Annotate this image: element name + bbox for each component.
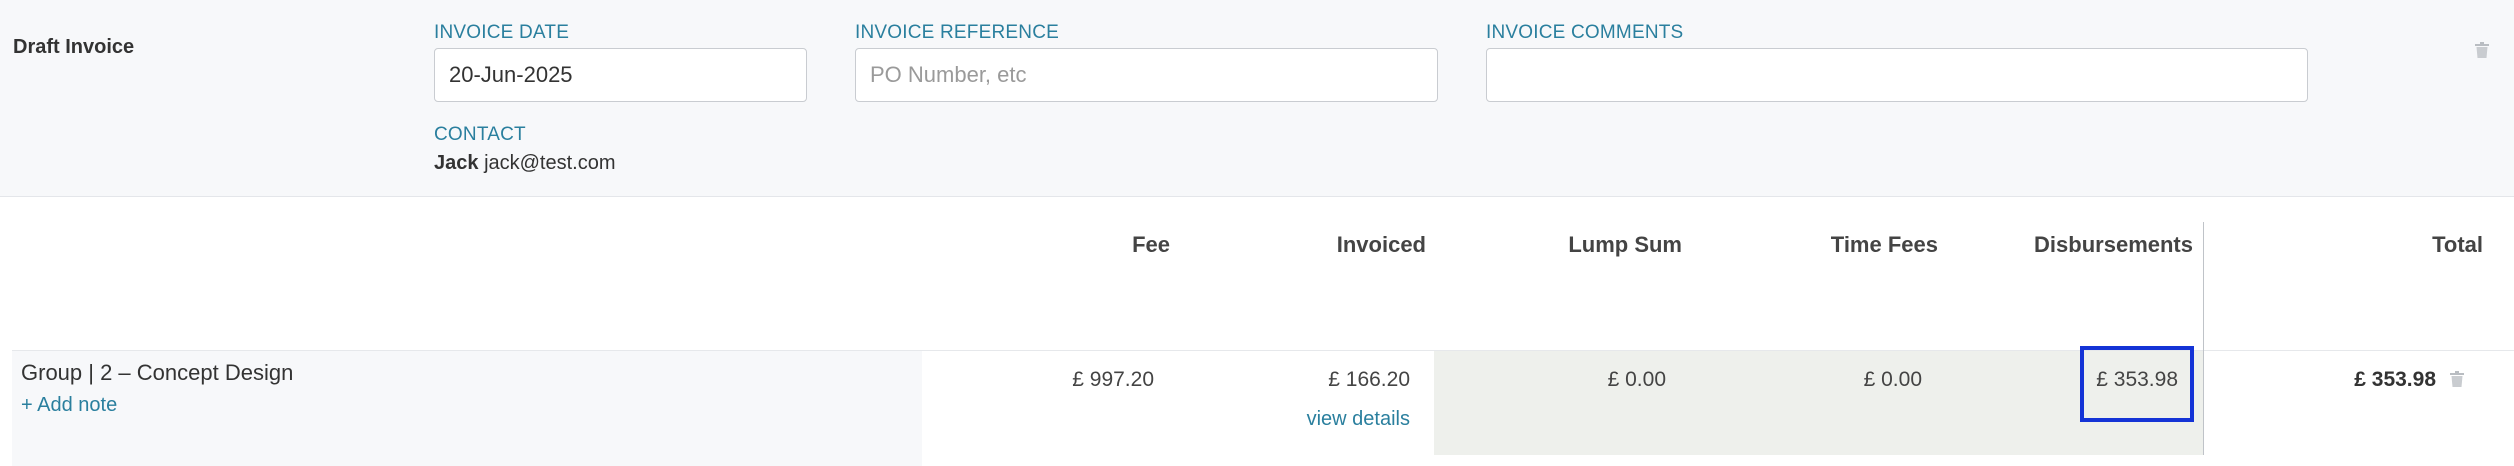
invoice-date-input[interactable] bbox=[434, 48, 807, 102]
contact-name: Jack bbox=[434, 152, 479, 174]
view-details-link[interactable]: view details bbox=[1236, 408, 1410, 431]
time-fees-value[interactable]: £ 0.00 bbox=[1748, 368, 1922, 392]
column-header-fee: Fee bbox=[1132, 232, 1170, 257]
invoice-comments-input[interactable] bbox=[1486, 48, 2308, 102]
delete-row-button[interactable] bbox=[2450, 371, 2464, 387]
invoice-date-label: INVOICE DATE bbox=[434, 22, 570, 43]
contact-email: jack@test.com bbox=[484, 152, 616, 174]
total-value: £ 353.98 bbox=[2354, 368, 2436, 391]
contact-info: Jack jack@test.com bbox=[434, 152, 616, 175]
column-header-invoiced: Invoiced bbox=[1336, 232, 1426, 257]
column-divider bbox=[2203, 222, 2204, 455]
column-header-time-fees: Time Fees bbox=[1830, 232, 1938, 257]
add-note-link[interactable]: + Add note bbox=[21, 394, 117, 417]
contact-label: CONTACT bbox=[434, 124, 526, 145]
page-title: Draft Invoice bbox=[13, 36, 135, 58]
invoice-reference-label: INVOICE REFERENCE bbox=[855, 22, 1059, 43]
delete-invoice-button[interactable] bbox=[2475, 42, 2489, 58]
invoice-comments-label: INVOICE COMMENTS bbox=[1486, 22, 1684, 43]
lump-sum-value[interactable]: £ 0.00 bbox=[1492, 368, 1666, 392]
invoiced-value: £ 166.20 bbox=[1328, 368, 1410, 391]
column-header-total: Total bbox=[2432, 232, 2483, 257]
invoice-header: Draft Invoice INVOICE DATE INVOICE REFER… bbox=[0, 0, 2514, 197]
invoice-reference-input[interactable] bbox=[855, 48, 1438, 102]
fee-value: £ 997.20 bbox=[1072, 368, 1154, 391]
column-header-disbursements: Disbursements bbox=[2034, 232, 2193, 257]
trash-icon bbox=[2450, 371, 2464, 387]
column-header-lump-sum: Lump Sum bbox=[1568, 232, 1682, 257]
disbursements-highlight bbox=[2080, 346, 2194, 422]
trash-icon bbox=[2475, 42, 2489, 58]
group-title: Group | 2 – Concept Design bbox=[21, 360, 294, 385]
